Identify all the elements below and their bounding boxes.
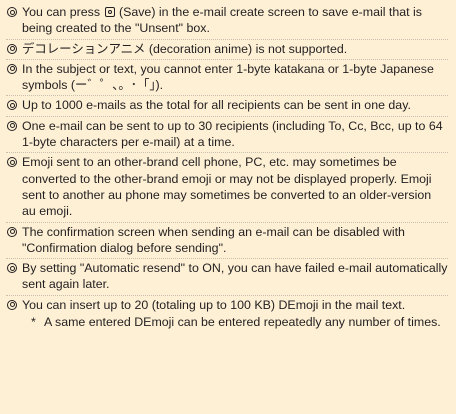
note-item: You can insert up to 20 (totaling up to …: [6, 296, 448, 333]
asterisk-mark: *: [31, 315, 36, 330]
note-item: The confirmation screen when sending an …: [6, 223, 448, 260]
note-text-block: You can insert up to 20 (totaling up to …: [22, 297, 448, 331]
note-item: デコレーションアニメ (decoration anime) is not sup…: [6, 40, 448, 60]
note-text: Up to 1000 e-mails as the total for all …: [22, 98, 411, 113]
save-key-icon: [104, 7, 115, 17]
double-circle-icon: [6, 118, 22, 134]
note-item: You can press (Save) in the e-mail creat…: [6, 3, 448, 40]
double-circle-icon: [6, 297, 22, 313]
sub-note: * A same entered DEmoji can be entered r…: [22, 314, 448, 330]
double-circle-icon: [6, 97, 22, 113]
note-text: By setting "Automatic resend" to ON, you…: [22, 261, 448, 292]
note-item: One e-mail can be sent to up to 30 recip…: [6, 117, 448, 154]
double-circle-icon: [6, 154, 22, 170]
note-text: You can insert up to 20 (totaling up to …: [22, 297, 406, 312]
note-item: By setting "Automatic resend" to ON, you…: [6, 259, 448, 296]
note-text: In the subject or text, you cannot enter…: [22, 61, 434, 93]
note-item: Up to 1000 e-mails as the total for all …: [6, 96, 448, 117]
note-text: デコレーションアニメ (decoration anime) is not sup…: [22, 41, 348, 56]
double-circle-icon: [6, 260, 22, 276]
double-circle-icon: [6, 4, 22, 20]
note-item: In the subject or text, you cannot enter…: [6, 60, 448, 97]
double-circle-icon: [6, 41, 22, 57]
sub-note-text: A same entered DEmoji can be entered rep…: [44, 315, 441, 330]
note-text: One e-mail can be sent to up to 30 recip…: [22, 118, 443, 150]
note-text: You can press (Save) in the e-mail creat…: [22, 5, 422, 36]
notes-box: You can press (Save) in the e-mail creat…: [0, 0, 456, 414]
double-circle-icon: [6, 61, 22, 77]
note-item: Emoji sent to an other-brand cell phone,…: [6, 153, 448, 223]
double-circle-icon: [6, 224, 22, 240]
note-text: Emoji sent to an other-brand cell phone,…: [22, 155, 432, 219]
note-text: The confirmation screen when sending an …: [22, 224, 405, 255]
